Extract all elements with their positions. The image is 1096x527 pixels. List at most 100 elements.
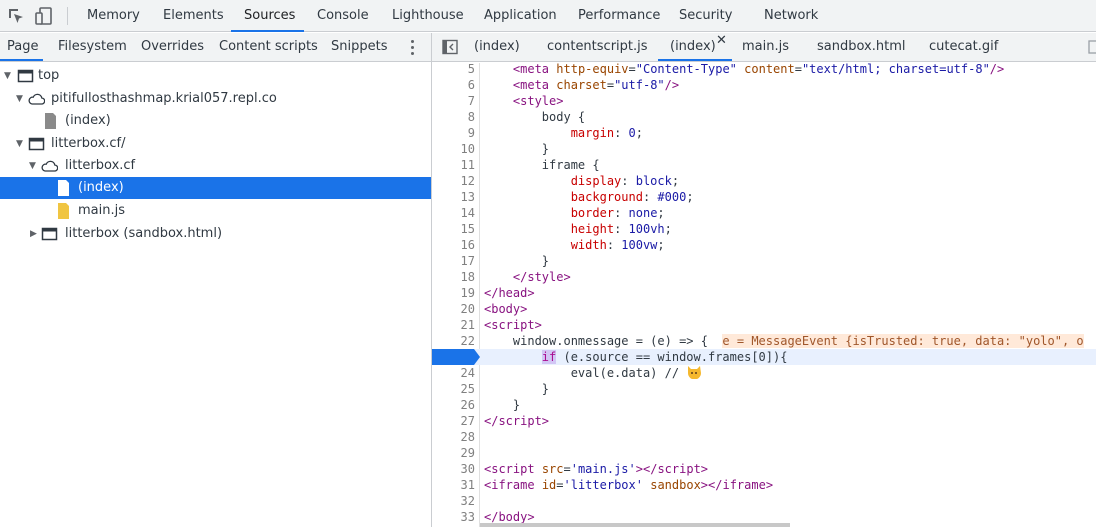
line-number[interactable]: 32 [432,493,475,509]
line-number[interactable]: 20 [432,301,475,317]
code-line[interactable]: 20 <body> [432,301,1096,317]
line-number[interactable]: 14 [432,205,475,221]
file-icon [45,113,56,129]
tree-item-domain[interactable]: ▼ pitifullosthashmap.krial057.repl.co [0,88,431,110]
line-number[interactable]: 26 [432,397,475,413]
code-line[interactable]: 22 window.onmessage = (e) => { e = Messa… [432,333,1096,349]
collapsed-arrow-icon[interactable]: ▶ [30,223,37,245]
nav-tab-filesystem[interactable]: Filesystem [58,33,127,61]
nav-tab-overrides[interactable]: Overrides [141,33,204,61]
tab-application[interactable]: Application [484,0,557,32]
tree-item-top[interactable]: ▼ top [0,65,431,87]
line-number[interactable]: 9 [432,125,475,141]
line-number[interactable]: 28 [432,429,475,445]
line-number[interactable]: 19 [432,285,475,301]
nav-tab-content-scripts[interactable]: Content scripts [219,33,318,61]
line-number[interactable]: 31 [432,477,475,493]
code-line-paused[interactable]: 23 if (e.source == window.frames[0]){ [432,349,1096,396]
close-icon[interactable]: ✕ [716,33,727,48]
toggle-navigator-icon[interactable] [442,39,458,55]
tree-item-file-selected[interactable]: (index) [0,177,431,199]
code-line[interactable]: 6 <meta charset="utf-8"/> [432,77,1096,93]
more-options-icon[interactable] [404,37,420,57]
line-source: <style> [512,94,564,108]
line-number[interactable]: 13 [432,189,475,205]
code-line[interactable]: 28 [432,429,1096,445]
device-toolbar-icon[interactable] [35,7,53,25]
code-line[interactable]: 29 [432,445,1096,461]
code-line[interactable]: 13 background: #000; [432,189,1096,205]
tab-console[interactable]: Console [317,0,369,32]
line-number[interactable]: 7 [432,93,475,109]
code-line[interactable]: 26 } [432,397,1096,413]
tree-item-domain[interactable]: ▼ litterbox.cf [0,155,431,177]
horizontal-scrollbar[interactable] [480,523,790,527]
code-line[interactable]: 15 height: 100vh; [432,221,1096,237]
line-number[interactable]: 29 [432,445,475,461]
line-number[interactable]: 33 [432,509,475,525]
line-number[interactable]: 21 [432,317,475,333]
line-number[interactable]: 12 [432,173,475,189]
tab-security[interactable]: Security [679,0,732,32]
editor-tab[interactable]: cutecat.gif [929,33,998,61]
code-editor[interactable]: 5 <meta http-equiv="Content-Type" conten… [432,61,1096,527]
line-number[interactable]: 8 [432,109,475,125]
expanded-arrow-icon[interactable]: ▼ [4,65,11,87]
tree-item-frame[interactable]: ▶ litterbox (sandbox.html) [0,223,431,245]
code-line[interactable]: 14 border: none; [432,205,1096,221]
line-number[interactable]: 22 [432,333,475,349]
editor-tab[interactable]: contentscript.js [547,33,648,61]
code-line[interactable]: 21 <script> [432,317,1096,333]
line-number[interactable]: 27 [432,413,475,429]
tab-network[interactable]: Network [764,0,818,32]
code-line[interactable]: 19 </head> [432,285,1096,301]
inspect-element-icon[interactable] [7,7,25,25]
tab-memory[interactable]: Memory [87,0,140,32]
code-line[interactable]: 7 <style> [432,93,1096,109]
code-line[interactable]: 25 } [432,381,1096,397]
code-line[interactable]: 16 width: 100vw; [432,237,1096,253]
nav-tab-page[interactable]: Page [7,33,38,61]
code-line[interactable]: 31 <iframe id='litterbox' sandbox></ifram… [432,477,1096,493]
editor-tab[interactable]: (index) [474,33,520,61]
tree-item-frame[interactable]: ▼ litterbox.cf/ [0,133,431,155]
code-line[interactable]: 32 [432,493,1096,509]
line-number[interactable]: 11 [432,157,475,173]
code-line[interactable]: 11 iframe { [432,157,1096,173]
line-number[interactable]: 15 [432,221,475,237]
tab-lighthouse[interactable]: Lighthouse [392,0,464,32]
line-number[interactable]: 16 [432,237,475,253]
line-number[interactable]: 30 [432,461,475,477]
line-number[interactable]: 25 [432,381,475,397]
code-line[interactable]: 10 } [432,141,1096,157]
toggle-debugger-icon[interactable] [1088,40,1096,54]
code-line[interactable]: 9 margin: 0; [432,125,1096,141]
expanded-arrow-icon[interactable]: ▼ [16,133,23,155]
line-number[interactable]: 6 [432,77,475,93]
expanded-arrow-icon[interactable]: ▼ [16,88,23,110]
tab-sources[interactable]: Sources [244,0,295,32]
code-line[interactable]: 17 } [432,253,1096,269]
breakpoint-marker[interactable] [432,349,480,365]
line-number[interactable]: 24 [432,365,475,381]
nav-tab-snippets[interactable]: Snippets [331,33,387,61]
line-number[interactable]: 17 [432,253,475,269]
editor-tab[interactable]: sandbox.html [817,33,905,61]
expanded-arrow-icon[interactable]: ▼ [29,155,36,177]
code-line[interactable]: 8 body { [432,109,1096,125]
tab-performance[interactable]: Performance [578,0,660,32]
code-line[interactable]: 24 eval(e.data) // [432,365,1096,381]
line-number[interactable]: 5 [432,61,475,77]
tree-item-file[interactable]: main.js [0,200,431,222]
code-line[interactable]: 30 <script src='main.js'></script> [432,461,1096,477]
line-number[interactable]: 10 [432,141,475,157]
line-number[interactable]: 18 [432,269,475,285]
tree-item-file[interactable]: (index) [0,110,431,132]
editor-tab-active[interactable]: (index) [670,33,716,61]
editor-tab[interactable]: main.js [742,33,789,61]
code-line[interactable]: 18 </style> [432,269,1096,285]
code-line[interactable]: 27 </script> [432,413,1096,429]
code-line[interactable]: 12 display: block; [432,173,1096,189]
tab-elements[interactable]: Elements [163,0,224,32]
code-line[interactable]: 5 <meta http-equiv="Content-Type" conten… [432,61,1096,77]
